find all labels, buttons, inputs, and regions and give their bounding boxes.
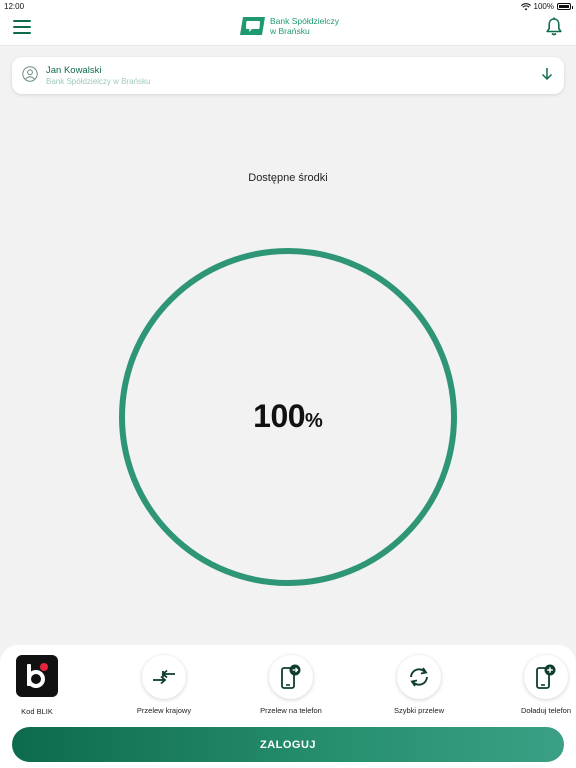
- quick-action-label: Szybki przelew: [393, 706, 445, 715]
- arrow-down-icon[interactable]: [541, 67, 553, 81]
- login-button[interactable]: ZALOGUJ: [12, 727, 564, 762]
- bell-icon[interactable]: [546, 17, 562, 36]
- hamburger-icon[interactable]: [13, 20, 31, 34]
- quick-action-fast-transfer[interactable]: Szybki przelew: [379, 655, 459, 716]
- sync-icon: [397, 655, 441, 699]
- quick-action-phone-transfer[interactable]: Przelew na telefon: [251, 655, 331, 716]
- bank-logo: Bank Spółdzielczy w Brańsku: [240, 16, 339, 36]
- quick-action-domestic-transfer[interactable]: Przelew krajowy: [124, 655, 204, 716]
- funds-percent: 100%: [0, 398, 576, 435]
- funds-percent-sign: %: [305, 410, 323, 432]
- user-icon: [22, 66, 38, 82]
- status-bar: 12:00 100%: [0, 0, 576, 14]
- blik-logo: [16, 655, 58, 697]
- app-header: Bank Spółdzielczy w Brańsku: [0, 14, 576, 46]
- logo-line2: w Brańsku: [270, 26, 310, 36]
- status-time: 12:00: [4, 2, 25, 11]
- status-indicators: 100%: [520, 2, 573, 11]
- quick-action-label: Przelew krajowy: [136, 706, 192, 715]
- account-holder-name: Jan Kowalski: [46, 65, 102, 76]
- available-funds-label: Dostępne środki: [248, 172, 328, 184]
- funds-percent-value: 100: [253, 398, 306, 434]
- logo-line1: Bank Spółdzielczy: [270, 16, 339, 26]
- battery-percent: 100%: [533, 2, 554, 11]
- quick-action-label: Przelew na telefon: [260, 706, 322, 715]
- battery-icon: [557, 3, 573, 10]
- quick-action-label: Kod BLIK: [21, 707, 53, 716]
- transfer-arrows-icon: [142, 655, 186, 699]
- quick-action-label: Doładuj telefon: [520, 706, 572, 715]
- quick-action-blik[interactable]: Kod BLIK: [0, 655, 77, 717]
- bank-logo-text: Bank Spółdzielczy w Brańsku: [270, 16, 339, 36]
- bank-logo-icon: [240, 17, 265, 35]
- phone-transfer-icon: [269, 655, 313, 699]
- account-bank-name: Bank Spółdzielczy w Brańsku: [46, 77, 151, 86]
- wifi-icon: [520, 2, 531, 10]
- quick-action-phone-topup[interactable]: Doładuj telefon: [506, 655, 576, 716]
- account-selector[interactable]: Jan Kowalski Bank Spółdzielczy w Brańsku: [12, 57, 564, 94]
- phone-topup-icon: [524, 655, 568, 699]
